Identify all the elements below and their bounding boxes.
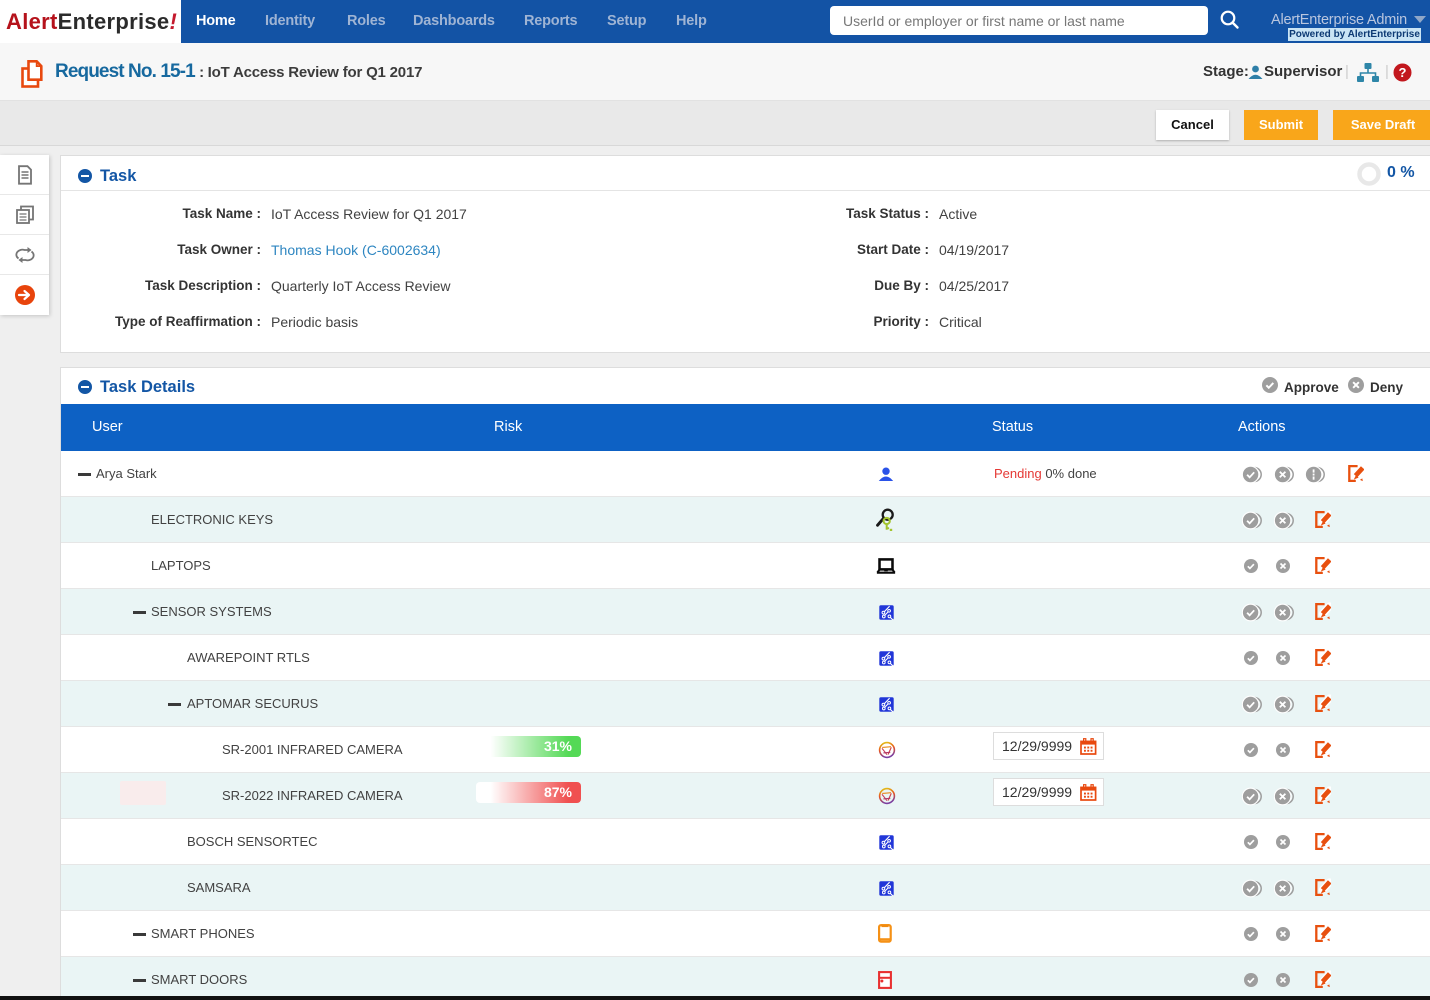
svg-text:?: ? [1399, 65, 1407, 80]
